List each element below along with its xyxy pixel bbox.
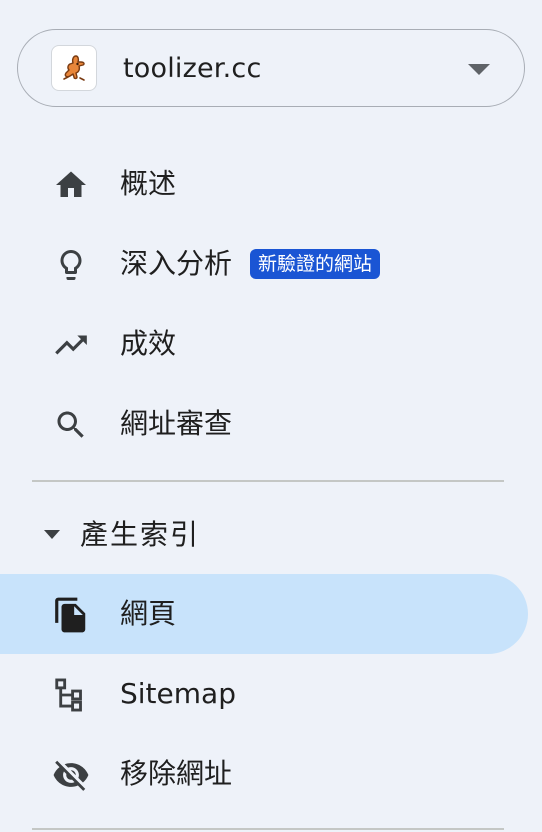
property-name: toolizer.cc (123, 53, 262, 84)
property-selector[interactable]: toolizer.cc (17, 29, 525, 107)
dropdown-arrow-icon[interactable] (468, 64, 490, 75)
nav-label-url-inspection: 網址審查 (120, 407, 233, 440)
search-console-sidebar: toolizer.cc 概述 深入分析 新驗證的網站 成效 網址審查 產生索引 (0, 0, 542, 832)
bottom-divider (32, 828, 504, 830)
section-divider (32, 480, 504, 482)
indexing-section-header[interactable]: 產生索引 (0, 497, 528, 573)
nav-label-pages: 網頁 (120, 597, 177, 630)
nav-label-removals: 移除網址 (120, 757, 233, 790)
home-icon (50, 164, 92, 206)
trending-up-icon (50, 324, 92, 366)
nav-item-sitemap[interactable]: Sitemap (0, 654, 528, 734)
nav-label-performance: 成效 (120, 327, 177, 360)
rabbit-logo-icon (63, 55, 85, 81)
indexing-section-label: 產生索引 (80, 518, 201, 551)
eye-off-icon (50, 754, 92, 796)
new-site-badge: 新驗證的網站 (250, 249, 381, 279)
nav-item-performance[interactable]: 成效 (0, 304, 528, 384)
search-icon (50, 404, 92, 446)
nav-item-url-inspection[interactable]: 網址審查 (0, 384, 528, 464)
nav-label-sitemap: Sitemap (120, 677, 236, 710)
lightbulb-icon (50, 244, 92, 286)
sitemap-icon (50, 674, 92, 716)
nav-item-overview[interactable]: 概述 (0, 144, 528, 224)
nav-label-insights: 深入分析 (120, 247, 233, 280)
nav-label-overview: 概述 (120, 167, 177, 200)
nav-item-insights[interactable]: 深入分析 新驗證的網站 (0, 224, 528, 304)
pages-copy-icon (50, 594, 92, 636)
collapse-caret-icon[interactable] (44, 530, 60, 539)
nav-item-pages[interactable]: 網頁 (0, 574, 528, 654)
property-favicon (51, 45, 97, 91)
nav-item-removals[interactable]: 移除網址 (0, 734, 528, 814)
